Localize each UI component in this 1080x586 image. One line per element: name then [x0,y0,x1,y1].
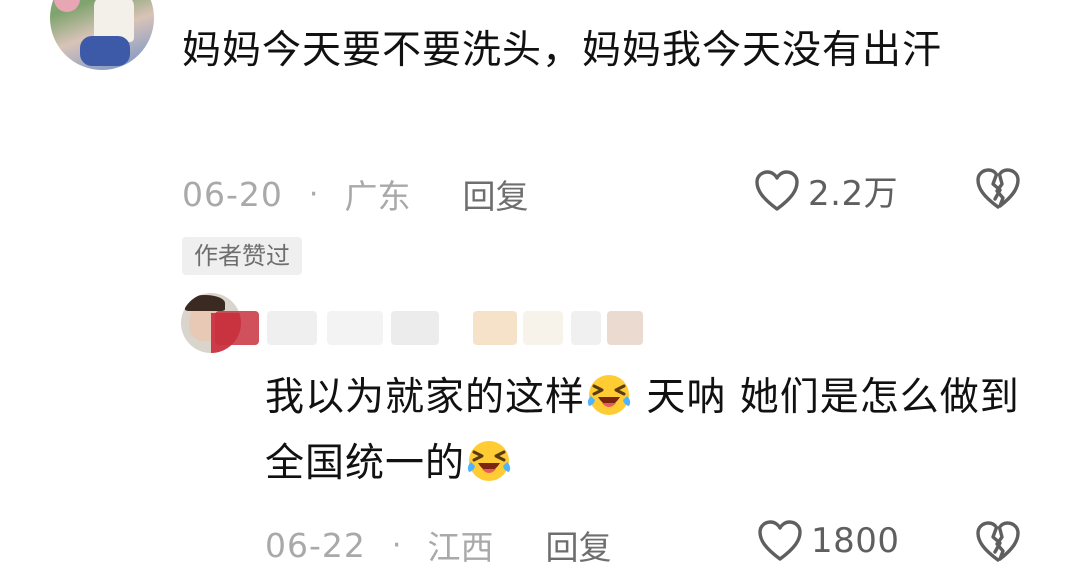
blur-block [327,311,383,345]
reply-button[interactable]: 回复 [462,170,528,218]
comment-date: 06-20 [182,174,283,214]
blur-block [215,311,259,345]
reply-text: 我以为就家的这样 天呐 她们是怎么做到全国统一的 [265,365,1025,497]
like-button[interactable]: 2.2万 [754,166,898,215]
like-button[interactable]: 1800 [757,519,900,563]
blur-block [391,311,439,345]
dislike-button[interactable] [974,519,1022,569]
blur-block [523,311,563,345]
dislike-button[interactable] [974,166,1022,216]
comment-text: 妈妈今天要不要洗头，妈妈我今天没有出汗 [182,28,943,73]
heart-outline-icon [755,169,799,211]
reply-meta: 06-22 · 江西 回复 [265,521,611,569]
broken-heart-icon [976,168,1020,209]
reply-button[interactable]: 回复 [545,521,611,569]
comment-meta: 06-20 · 广东 回复 [182,170,528,218]
blur-block [571,311,601,345]
reply-location: 江西 [427,528,494,567]
avatar-flower [54,0,80,12]
blur-block [267,311,317,345]
laughing-crying-emoji [467,441,511,481]
avatar-clothing [80,36,130,66]
meta-separator: · [308,176,319,212]
reply-text-part1: 我以为就家的这样 [265,375,586,420]
like-count: 2.2万 [808,174,899,214]
meta-separator: · [391,527,402,563]
heart-outline-icon [758,520,802,561]
like-count: 1800 [811,521,900,561]
laughing-crying-emoji [587,375,631,415]
reply-date: 06-22 [265,525,366,565]
blur-block [607,311,643,345]
blur-block [473,311,517,345]
broken-heart-icon [976,521,1020,562]
comment-location: 广东 [344,177,411,216]
author-liked-badge: 作者赞过 [182,237,302,275]
replier-name-blurred [215,305,655,345]
commenter-avatar[interactable] [50,0,154,70]
